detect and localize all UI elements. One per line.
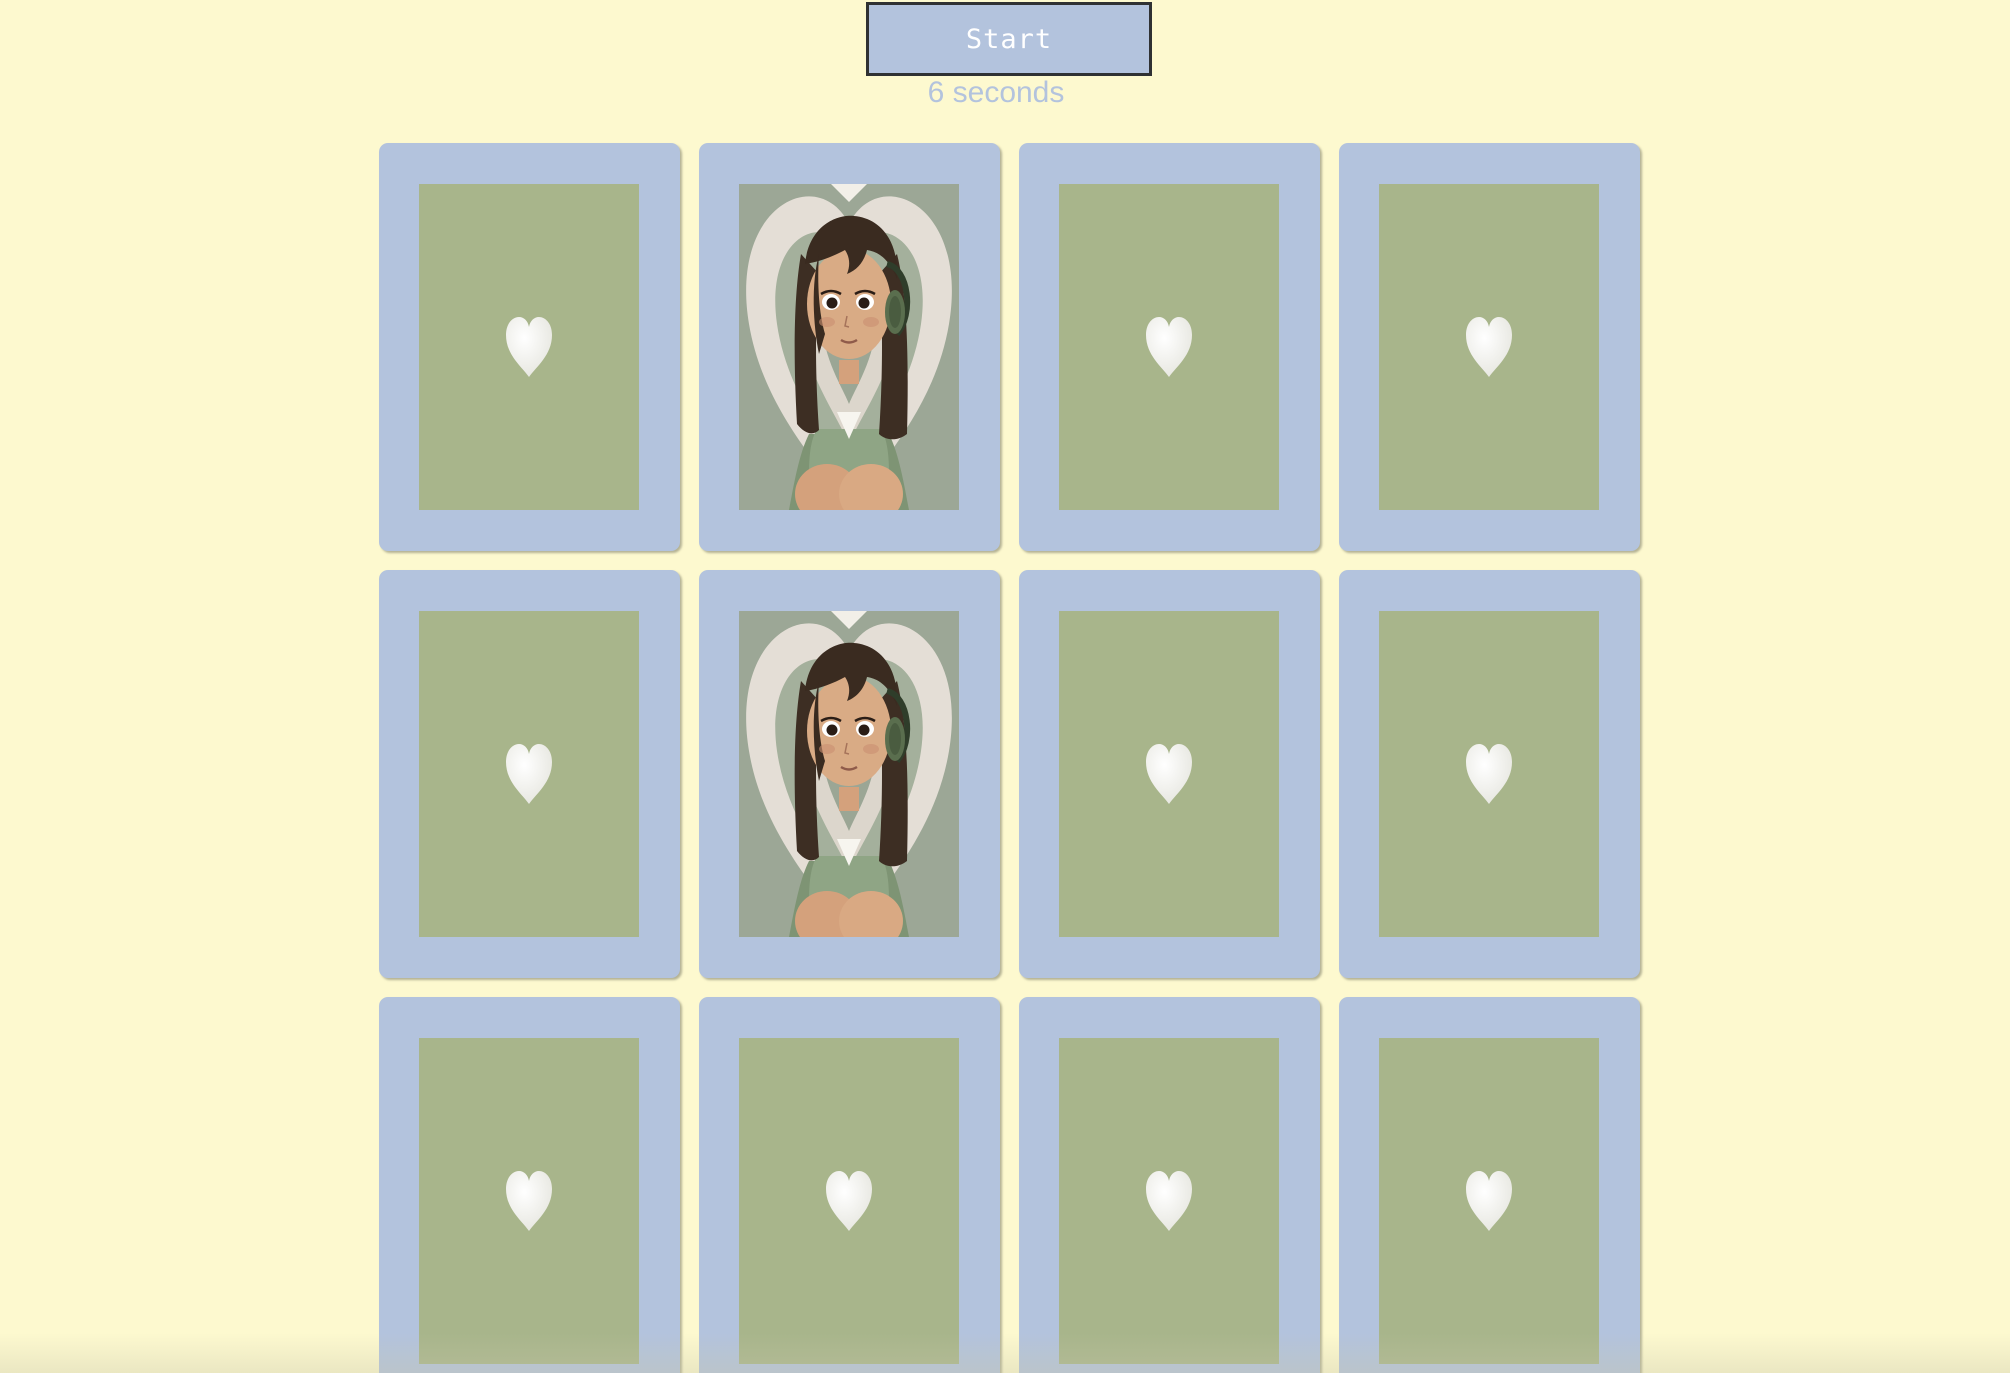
memory-game-page: Start 6 seconds bbox=[0, 0, 2010, 1373]
memory-card-face-down[interactable] bbox=[379, 143, 680, 551]
card-back bbox=[419, 611, 639, 937]
heart-icon bbox=[506, 744, 552, 804]
memory-card-face-down[interactable] bbox=[1019, 570, 1320, 978]
card-back bbox=[1379, 184, 1599, 510]
memory-card-face-down[interactable] bbox=[379, 570, 680, 978]
card-image bbox=[739, 184, 959, 510]
card-back bbox=[1059, 184, 1279, 510]
card-back bbox=[419, 184, 639, 510]
card-back bbox=[1379, 611, 1599, 937]
card-image bbox=[739, 611, 959, 937]
heart-icon bbox=[1466, 317, 1512, 377]
heart-icon bbox=[1466, 744, 1512, 804]
memory-card-face-down[interactable] bbox=[1339, 997, 1640, 1373]
card-back bbox=[1059, 611, 1279, 937]
timer-display: 6 seconds bbox=[927, 76, 1065, 109]
memory-card-face-down[interactable] bbox=[1339, 570, 1640, 978]
start-button[interactable]: Start bbox=[866, 2, 1152, 76]
card-back bbox=[419, 1038, 639, 1364]
memory-card-face-down[interactable] bbox=[699, 997, 1000, 1373]
heart-icon bbox=[1146, 317, 1192, 377]
heart-icon bbox=[1146, 744, 1192, 804]
memory-card-face-down[interactable] bbox=[1339, 143, 1640, 551]
memory-card-face-up[interactable] bbox=[699, 143, 1000, 551]
heart-icon bbox=[1466, 1171, 1512, 1231]
girl-with-headphones-portrait bbox=[739, 611, 959, 937]
memory-card-face-down[interactable] bbox=[1019, 143, 1320, 551]
memory-card-face-up[interactable] bbox=[699, 570, 1000, 978]
girl-with-headphones-portrait bbox=[739, 184, 959, 510]
heart-icon bbox=[506, 317, 552, 377]
memory-card-face-down[interactable] bbox=[1019, 997, 1320, 1373]
card-back bbox=[1379, 1038, 1599, 1364]
card-back bbox=[1059, 1038, 1279, 1364]
memory-card-face-down[interactable] bbox=[379, 997, 680, 1373]
card-grid bbox=[379, 143, 1641, 1373]
card-back bbox=[739, 1038, 959, 1364]
heart-icon bbox=[1146, 1171, 1192, 1231]
heart-icon bbox=[826, 1171, 872, 1231]
heart-icon bbox=[506, 1171, 552, 1231]
